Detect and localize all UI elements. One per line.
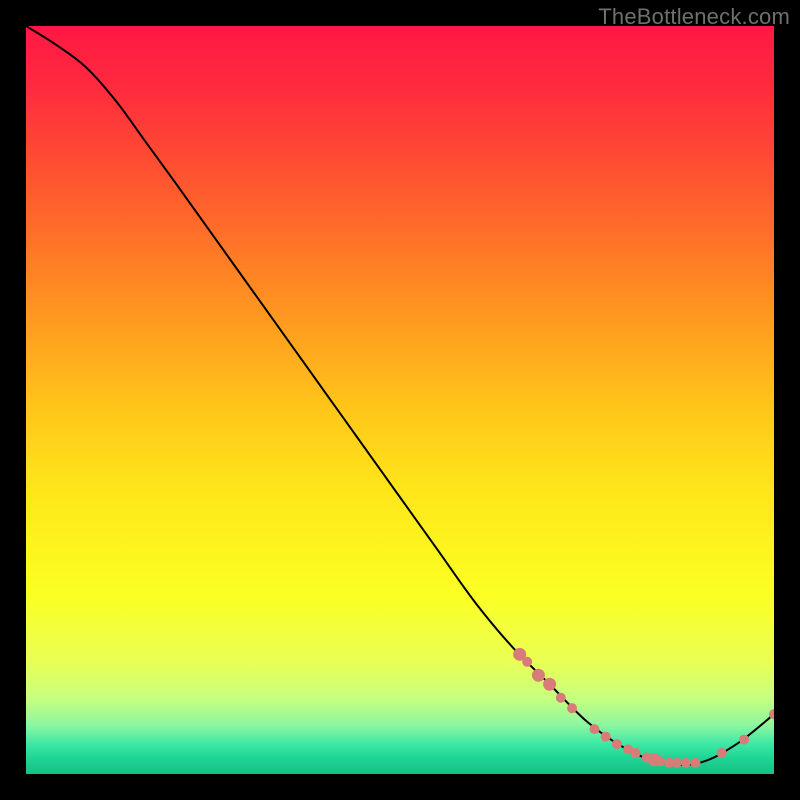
- data-marker: [612, 739, 622, 749]
- data-marker: [769, 709, 779, 719]
- data-marker: [532, 669, 545, 682]
- bottleneck-chart: [0, 0, 800, 800]
- data-marker: [631, 748, 641, 758]
- chart-stage: TheBottleneck.com: [0, 0, 800, 800]
- gradient-background: [26, 26, 774, 774]
- watermark-text: TheBottleneck.com: [598, 4, 790, 30]
- data-marker: [717, 748, 727, 758]
- data-marker: [672, 758, 682, 768]
- data-marker: [543, 678, 556, 691]
- data-marker: [522, 657, 532, 667]
- data-marker: [601, 732, 611, 742]
- data-marker: [690, 758, 700, 768]
- data-marker: [681, 758, 691, 768]
- data-marker: [655, 756, 665, 766]
- data-marker: [589, 724, 599, 734]
- data-marker: [739, 735, 749, 745]
- data-marker: [567, 703, 577, 713]
- data-marker: [556, 693, 566, 703]
